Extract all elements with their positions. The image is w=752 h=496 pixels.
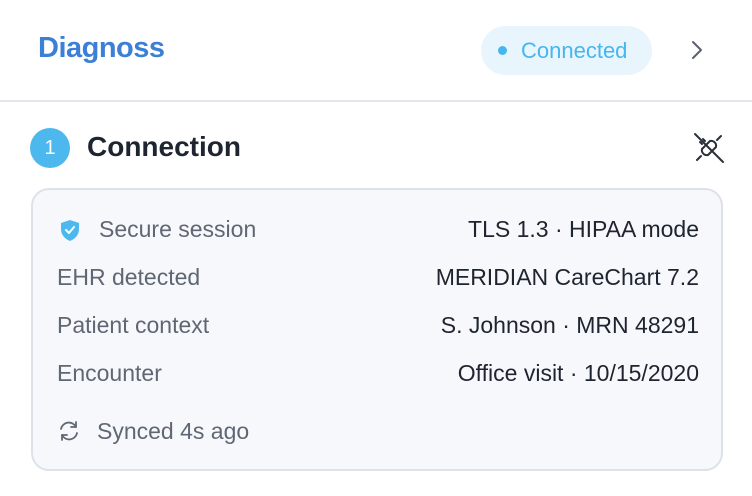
sync-status: Synced 4s ago [57,416,249,446]
status-dot-icon [498,46,507,55]
diagnoss-logo: Diagnoss [38,28,165,68]
connection-status-badge: Connected [481,26,652,75]
connection-section-header: 1 Connection [30,128,730,170]
secure-session-row: Secure session TLS 1.3 · HIPAA mode [57,216,699,246]
chevron-right-icon[interactable] [686,38,708,62]
status-label: Connected [521,37,628,63]
logo-text: Diagnoss [38,31,165,64]
app-header: Diagnoss Connected [0,0,752,102]
encounter-value: Office visit · 10/15/2020 [457,360,699,386]
secure-session-label-wrap: Secure session [57,216,256,243]
secure-session-label: Secure session [99,216,257,242]
section-title: Connection [87,131,241,162]
sync-icon [60,421,78,441]
ehr-detected-label: EHR detected [57,264,201,290]
sync-text: Synced 4s ago [97,417,250,444]
patient-context-value: S. Johnson · MRN 48291 [440,312,699,338]
patient-context-row: Patient context S. Johnson · MRN 48291 [57,312,699,342]
encounter-row: Encounter Office visit · 10/15/2020 [57,360,699,390]
encounter-label: Encounter [57,360,162,386]
secure-session-value: TLS 1.3 · HIPAA mode [468,216,699,242]
unplug-icon[interactable] [691,130,727,166]
step-number-badge: 1 [30,128,70,168]
shield-check-icon [61,219,79,241]
ehr-detected-value: MERIDIAN CareChart 7.2 [435,264,699,290]
patient-context-label: Patient context [57,312,210,338]
ehr-detected-row: EHR detected MERIDIAN CareChart 7.2 [57,264,699,294]
connection-details-card: Secure session TLS 1.3 · HIPAA mode EHR … [31,188,723,471]
